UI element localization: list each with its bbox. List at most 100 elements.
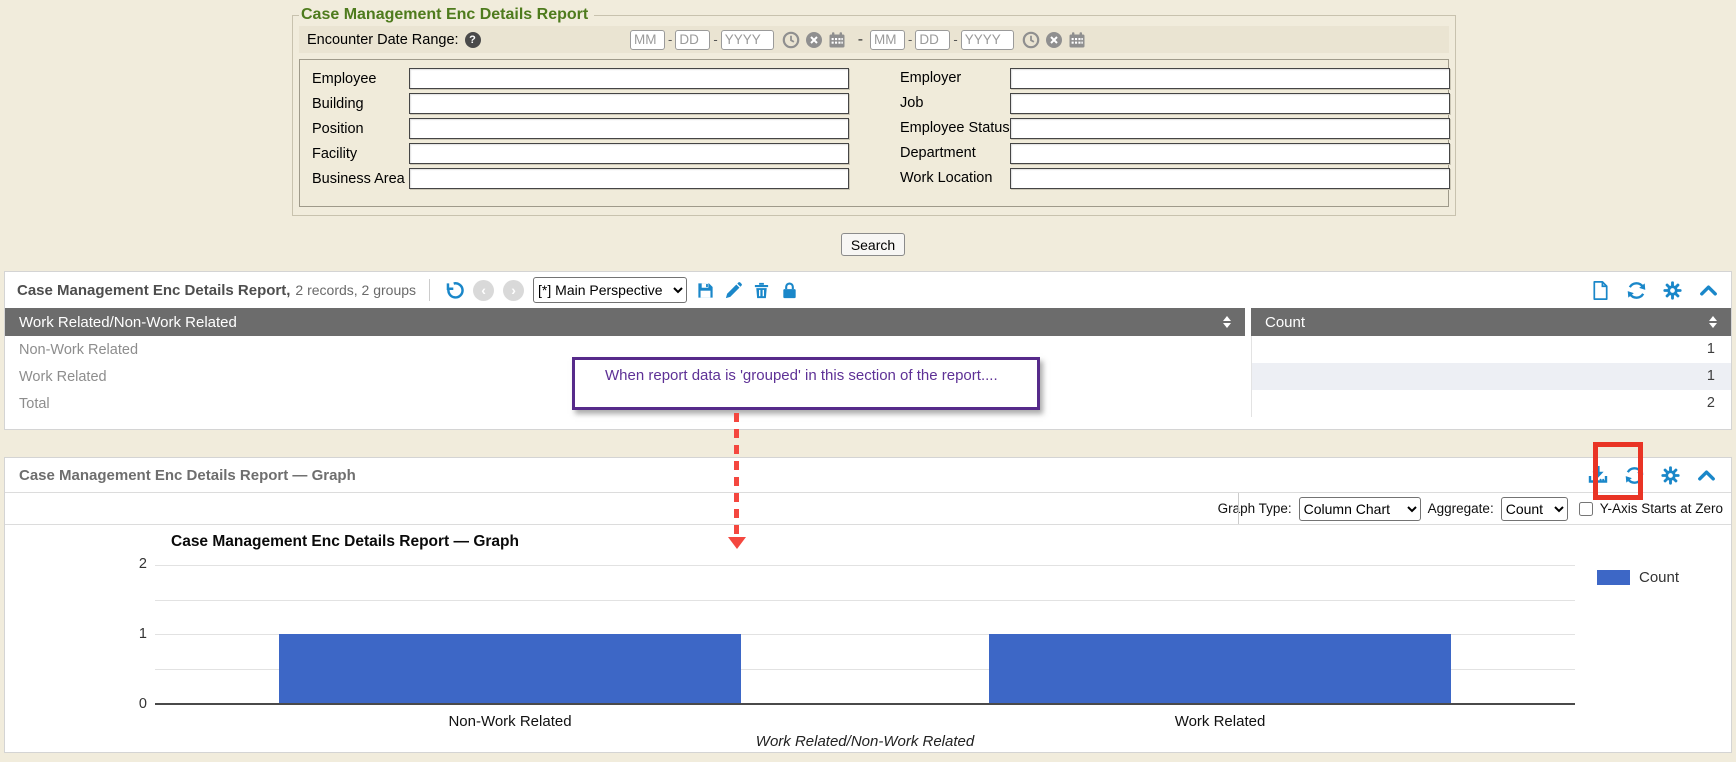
employer-input[interactable] — [1010, 68, 1450, 89]
refresh-icon[interactable] — [1624, 465, 1645, 486]
business-area-input[interactable] — [409, 168, 849, 189]
x-axis-labels: Non-Work RelatedWork Related — [155, 713, 1575, 730]
job-input[interactable] — [1010, 93, 1450, 114]
x-axis-title: Work Related/Non-Work Related — [155, 733, 1575, 750]
controls-divider — [1238, 493, 1239, 524]
start-month-input[interactable] — [630, 30, 665, 50]
field-label: Building — [312, 96, 409, 112]
bar-non-work-related — [279, 634, 741, 703]
search-fields-left: Employee Building Position Facility Business… — [312, 68, 857, 193]
annotation-arrow — [734, 413, 739, 539]
results-record-count: 2 records, 2 groups — [295, 282, 416, 298]
clear-date-icon[interactable] — [805, 31, 823, 49]
table-header-row: Work Related/Non-Work Related Count — [5, 308, 1731, 336]
chart-legend: Count — [1597, 569, 1679, 586]
search-button[interactable]: Search — [841, 233, 905, 256]
y-tick-label: 2 — [119, 556, 147, 574]
date-range-label: Encounter Date Range: — [307, 32, 459, 48]
undo-icon[interactable] — [443, 280, 464, 301]
date-dash: - — [668, 32, 672, 47]
annotation-callout: When report data is 'grouped' in this se… — [572, 357, 1040, 410]
refresh-icon[interactable] — [1626, 280, 1647, 301]
end-year-input[interactable] — [961, 30, 1014, 50]
date-dash: - — [713, 32, 717, 47]
form-field-row: Employee Status — [900, 118, 1456, 139]
calendar-icon[interactable] — [828, 31, 846, 49]
legend-swatch — [1597, 570, 1630, 585]
page: Case Management Enc Details Report Encou… — [0, 0, 1736, 762]
end-month-input[interactable] — [870, 30, 905, 50]
start-day-input[interactable] — [675, 30, 710, 50]
form-field-row: Work Location — [900, 168, 1456, 189]
form-field-row: Building — [312, 93, 857, 114]
building-input[interactable] — [409, 93, 849, 114]
x-tick-label: Work Related — [865, 713, 1575, 730]
y-tick-label: 1 — [119, 626, 147, 644]
field-label: Business Area — [312, 171, 409, 187]
date-inputs: - - - - - — [630, 26, 1091, 53]
results-title: Case Management Enc Details Report, — [17, 282, 290, 299]
graph-controls: Graph Type: Column Chart Aggregate: Coun… — [5, 493, 1731, 525]
employee-status-input[interactable] — [1010, 118, 1450, 139]
date-range-row: Encounter Date Range: ? - - — [299, 26, 1449, 53]
aggregate-select[interactable]: Count — [1501, 497, 1568, 521]
date-dash: - — [953, 32, 957, 47]
search-form-title: Case Management Enc Details Report — [299, 6, 594, 24]
department-input[interactable] — [1010, 143, 1450, 164]
download-icon[interactable] — [1587, 464, 1609, 486]
position-input[interactable] — [409, 118, 849, 139]
column-header-count: Count — [1251, 308, 1731, 336]
search-form-panel: Case Management Enc Details Report Encou… — [292, 6, 1456, 216]
column-header-group: Work Related/Non-Work Related — [5, 308, 1245, 336]
column-divider — [1251, 336, 1252, 417]
collapse-chevron-icon[interactable] — [1696, 465, 1717, 486]
settings-gear-icon[interactable] — [1660, 465, 1681, 486]
chart-area: Case Management Enc Details Report — Gra… — [5, 525, 1731, 753]
lock-icon[interactable] — [780, 281, 799, 300]
graph-type-select[interactable]: Column Chart — [1299, 497, 1421, 521]
form-field-row: Position — [312, 118, 857, 139]
x-tick-label: Non-Work Related — [155, 713, 865, 730]
date-range-separator: - — [858, 31, 863, 49]
table-row-count: 1 — [1251, 363, 1731, 390]
help-icon[interactable]: ? — [465, 32, 481, 48]
category-band-non-work-related — [155, 565, 865, 703]
yaxis-zero-checkbox[interactable] — [1579, 502, 1593, 516]
save-icon[interactable] — [696, 281, 715, 300]
facility-input[interactable] — [409, 143, 849, 164]
settings-gear-icon[interactable] — [1662, 280, 1683, 301]
sort-icon[interactable] — [1223, 316, 1231, 328]
field-label: Facility — [312, 146, 409, 162]
y-tick-label: 0 — [119, 696, 147, 714]
date-dash: - — [908, 32, 912, 47]
form-field-row: Department — [900, 143, 1456, 164]
chart-title: Case Management Enc Details Report — Gra… — [171, 533, 519, 551]
edit-pencil-icon[interactable] — [724, 281, 743, 300]
collapse-chevron-icon[interactable] — [1698, 280, 1719, 301]
field-label: Work Location — [900, 171, 1010, 187]
field-label: Job — [900, 96, 1010, 112]
search-fields-right: EmployerJobEmployee StatusDepartmentWork… — [900, 68, 1456, 193]
next-circle-icon[interactable]: › — [503, 280, 524, 301]
end-day-input[interactable] — [915, 30, 950, 50]
calendar-icon[interactable] — [1068, 31, 1086, 49]
employee-input[interactable] — [409, 68, 849, 89]
sort-icon[interactable] — [1709, 316, 1717, 328]
field-label: Employee — [312, 71, 409, 87]
clock-icon[interactable] — [782, 31, 800, 49]
prev-circle-icon[interactable]: ‹ — [473, 280, 494, 301]
chart-plot — [155, 565, 1575, 705]
field-label: Department — [900, 146, 1010, 162]
search-fields-box: Employee Building Position Facility Business… — [299, 59, 1449, 207]
clock-icon[interactable] — [1022, 31, 1040, 49]
delete-trash-icon[interactable] — [752, 281, 771, 300]
form-field-row: Employee — [312, 68, 857, 89]
start-year-input[interactable] — [721, 30, 774, 50]
perspective-select[interactable]: [*] Main Perspective — [533, 277, 687, 303]
new-page-icon[interactable] — [1590, 280, 1611, 301]
annotation-arrow-head — [728, 537, 746, 549]
category-band-work-related — [865, 565, 1575, 703]
graph-section-title: Case Management Enc Details Report — Gra… — [19, 467, 356, 484]
clear-date-icon[interactable] — [1045, 31, 1063, 49]
work-location-input[interactable] — [1010, 168, 1450, 189]
